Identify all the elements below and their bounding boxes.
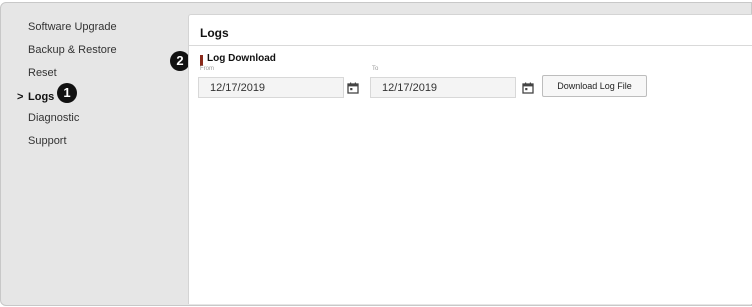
callout-badge-1: 1	[57, 83, 77, 103]
title-divider	[189, 45, 752, 46]
to-label: To	[372, 66, 379, 72]
download-log-file-button[interactable]: Download Log File	[542, 75, 647, 97]
page-title: Logs	[200, 26, 229, 40]
sidebar-item-reset[interactable]: Reset	[28, 67, 57, 79]
logs-panel: Logs Log Download From To Download Log F…	[188, 14, 752, 304]
calendar-icon[interactable]	[522, 82, 534, 94]
sidebar-item-diagnostic[interactable]: Diagnostic	[28, 112, 79, 124]
chevron-right-icon: >	[17, 91, 24, 103]
sidebar-item-support[interactable]: Support	[28, 135, 67, 147]
calendar-icon[interactable]	[347, 82, 359, 94]
sidebar-item-logs[interactable]: > Logs	[17, 91, 55, 103]
sidebar-item-backup-restore[interactable]: Backup & Restore	[28, 44, 117, 56]
section-accent-bar	[200, 55, 203, 66]
to-date-field[interactable]	[370, 77, 516, 98]
sidebar: Software Upgrade Backup & Restore Reset …	[0, 2, 180, 306]
sidebar-item-software-upgrade[interactable]: Software Upgrade	[28, 21, 117, 33]
section-title: Log Download	[207, 53, 276, 64]
sidebar-item-label: Logs	[28, 91, 55, 103]
from-date-field[interactable]	[198, 77, 344, 98]
callout-badge-2: 2	[170, 51, 190, 71]
from-label: From	[200, 66, 214, 72]
